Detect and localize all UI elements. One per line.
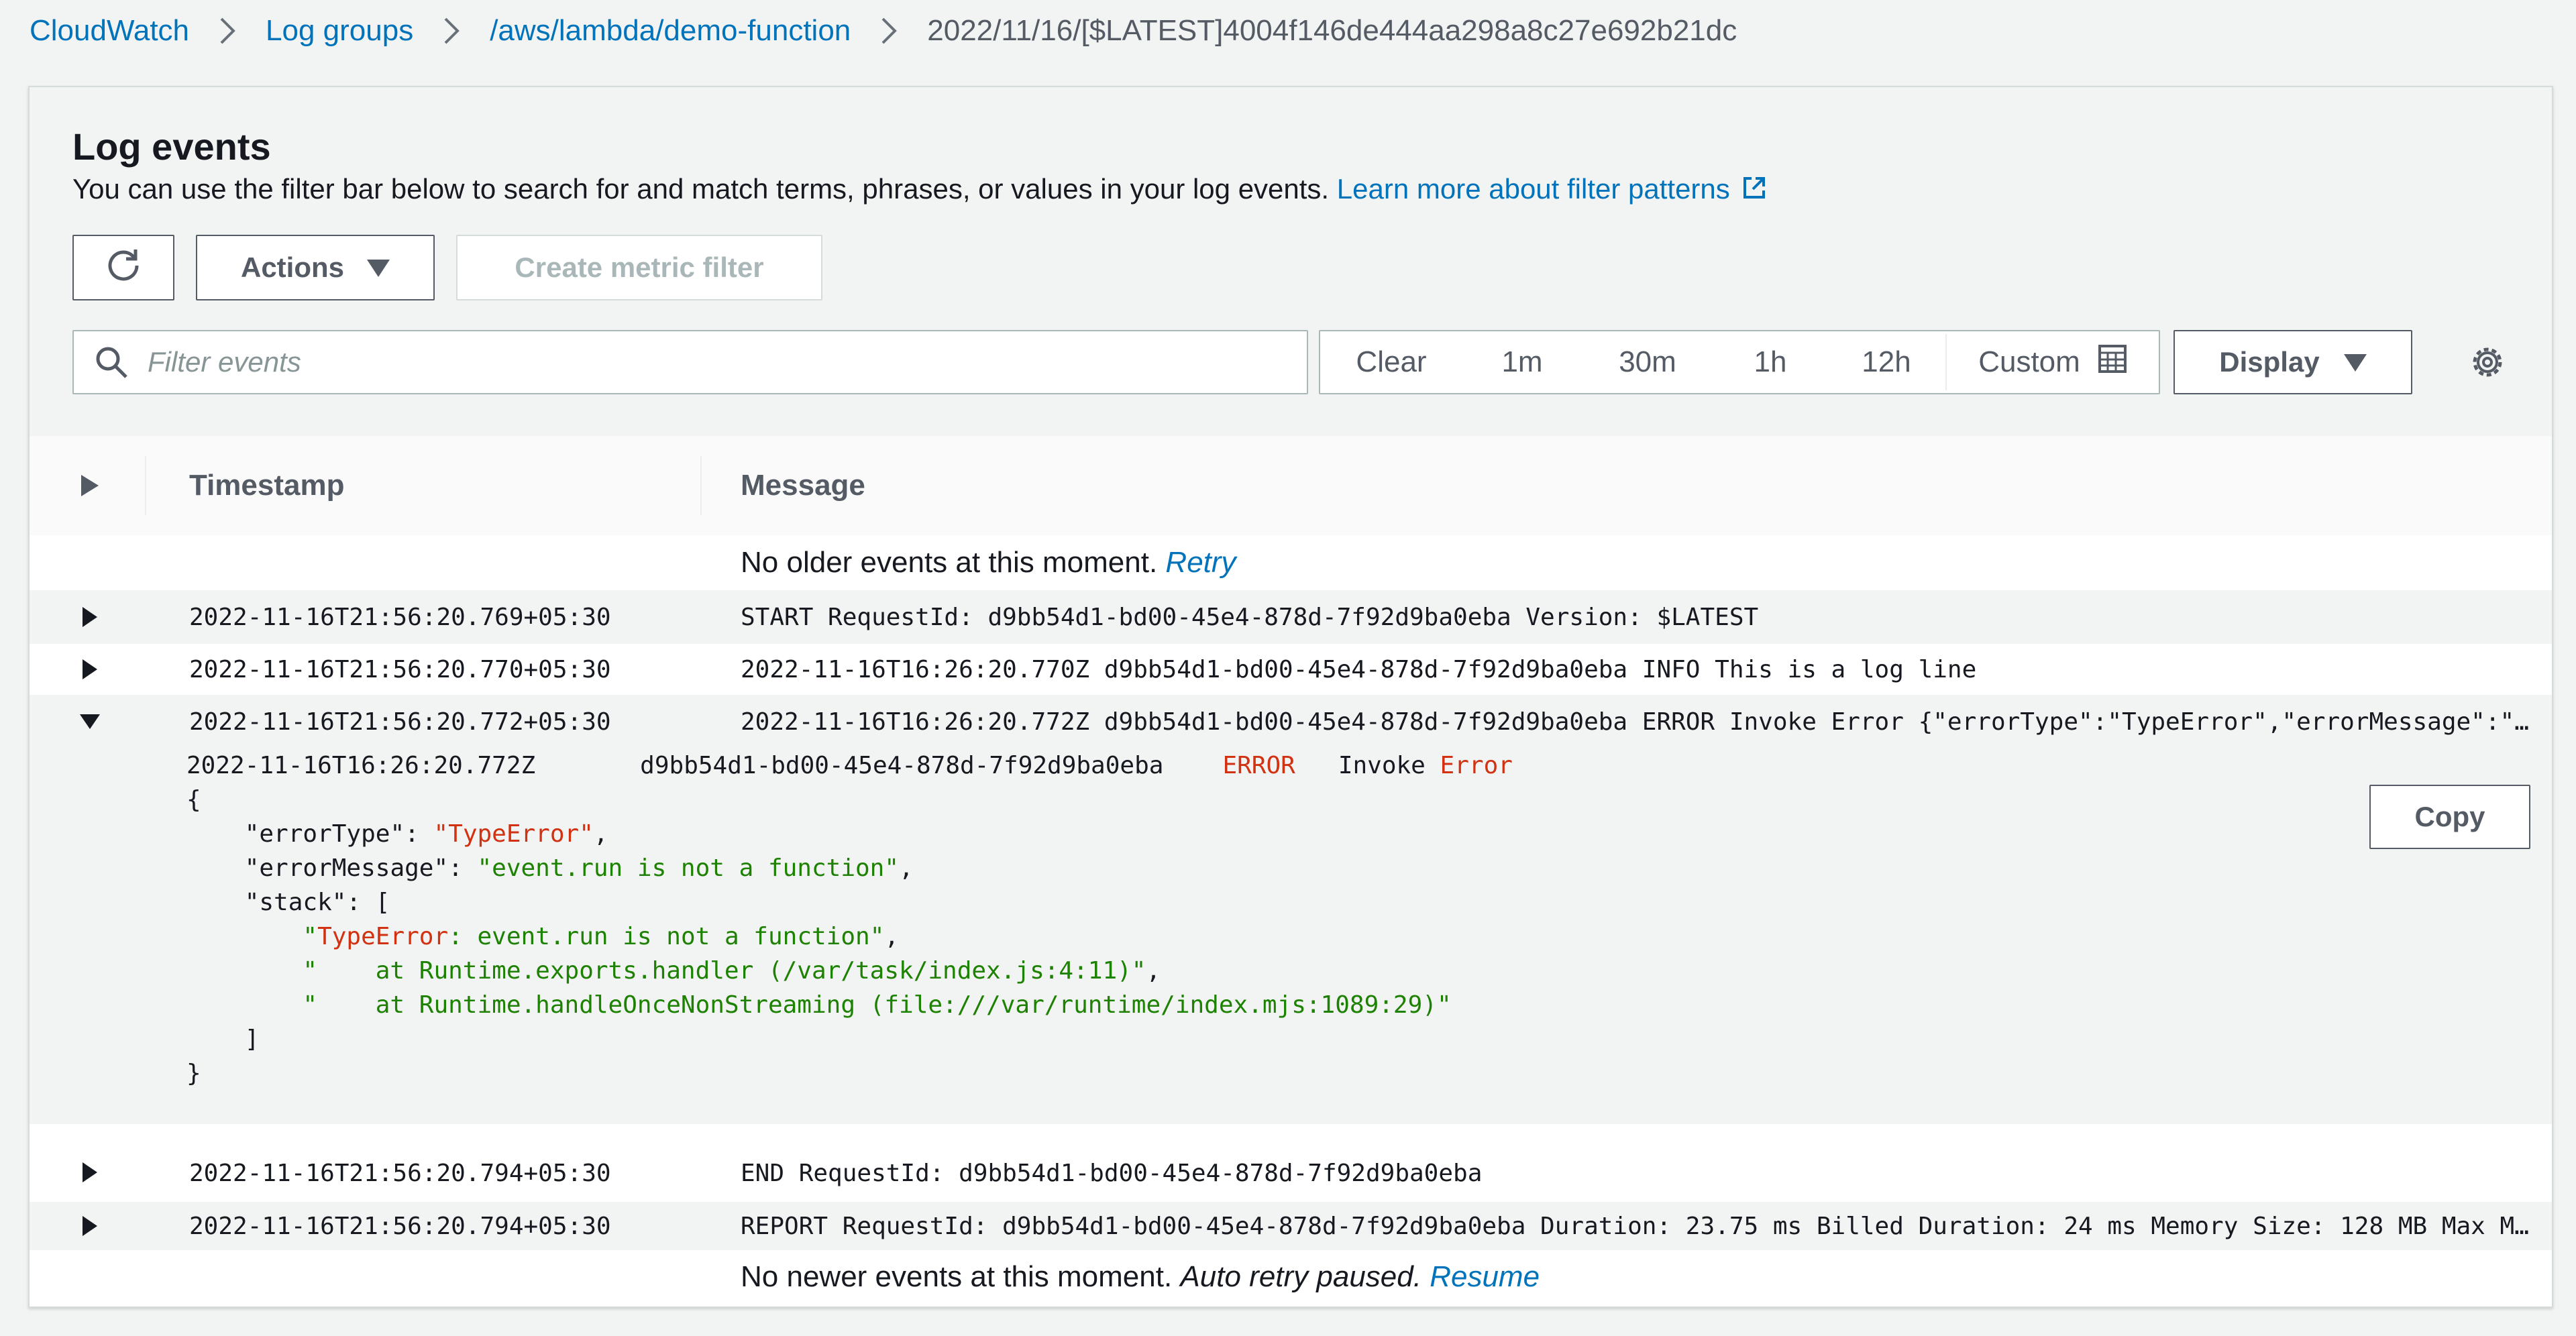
time-range-1h[interactable]: 1h xyxy=(1713,331,1827,393)
json-key-stack: "stack": [ xyxy=(244,889,390,916)
stack-line-1-quote: " xyxy=(303,923,318,950)
time-range-12h[interactable]: 12h xyxy=(1827,331,1945,393)
json-value-error-message: "event.run is not a function" xyxy=(477,854,900,882)
time-range-custom[interactable]: Custom xyxy=(1947,331,2159,393)
json-value-error-type: "TypeError" xyxy=(433,820,594,848)
expanded-log-detail: 2022-11-16T16:26:20.772Z d9bb54d1-bd00-45… xyxy=(30,748,2552,1124)
expand-row-icon[interactable] xyxy=(72,1155,107,1190)
chevron-right-icon xyxy=(443,16,460,46)
older-events-text: No older events at this moment. xyxy=(741,546,1158,579)
resume-link[interactable]: Resume xyxy=(1430,1260,1540,1294)
row-timestamp: 2022-11-16T21:56:20.794+05:30 xyxy=(189,1159,611,1187)
time-range-30m[interactable]: 30m xyxy=(1582,331,1713,393)
row-message-text: START RequestId: d9bb54d1-bd00-45e4-878d… xyxy=(741,603,1759,631)
table-row[interactable]: 2022-11-16T21:56:20.794+05:30 END Reques… xyxy=(30,1144,2552,1202)
panel-header: Log events You can use the filter bar be… xyxy=(30,87,2552,437)
row-timestamp: 2022-11-16T21:56:20.772+05:30 xyxy=(189,708,611,736)
actions-button[interactable]: Actions xyxy=(196,235,435,300)
create-metric-filter-button[interactable]: Create metric filter xyxy=(456,235,822,300)
row-message: REPORT RequestId: d9bb54d1-bd00-45e4-878… xyxy=(741,1202,2532,1250)
table-header: Timestamp Message xyxy=(30,436,2552,537)
time-range-selector: Clear 1m 30m 1h 12h Custom xyxy=(1319,330,2160,394)
breadcrumb-cloudwatch-link[interactable]: CloudWatch xyxy=(30,14,189,48)
description-text: You can use the filter bar below to sear… xyxy=(72,173,1330,205)
caret-down-icon xyxy=(2343,346,2367,378)
detail-header-time: 2022-11-16T16:26:20.772Z xyxy=(186,752,536,779)
table-row[interactable]: 2022-11-16T21:56:20.770+05:30 2022-11-16… xyxy=(30,644,2552,695)
detail-header-level: ERROR xyxy=(1222,752,1295,779)
message-column-header[interactable]: Message xyxy=(741,436,865,535)
log-events-panel: Log events You can use the filter bar be… xyxy=(28,86,2553,1308)
row-timestamp: 2022-11-16T21:56:20.794+05:30 xyxy=(189,1212,611,1240)
page-title: Log events xyxy=(72,125,271,168)
time-range-clear[interactable]: Clear xyxy=(1320,331,1462,393)
row-timestamp: 2022-11-16T21:56:20.769+05:30 xyxy=(189,603,611,631)
newer-events-notice: No newer events at this moment. Auto ret… xyxy=(741,1250,1540,1304)
log-detail-json: 2022-11-16T16:26:20.772Z d9bb54d1-bd00-45… xyxy=(186,752,1513,1087)
auto-retry-paused-text: Auto retry paused. xyxy=(1180,1260,1421,1293)
collapse-row-icon[interactable] xyxy=(72,704,107,739)
breadcrumb-current-stream: 2022/11/16/[$LATEST]4004f146de444aa298a8… xyxy=(927,14,1737,47)
learn-more-label: Learn more about filter patterns xyxy=(1336,173,1730,205)
breadcrumb: CloudWatch Log groups /aws/lambda/demo-f… xyxy=(30,9,1737,52)
expand-row-icon[interactable] xyxy=(72,600,107,634)
panel-description: You can use the filter bar below to sear… xyxy=(72,173,1768,208)
row-message-text: REPORT RequestId: d9bb54d1-bd00-45e4-878… xyxy=(741,1212,2532,1240)
json-open-brace: { xyxy=(186,786,201,814)
timestamp-column-header[interactable]: Timestamp xyxy=(189,436,345,535)
row-message: END RequestId: d9bb54d1-bd00-45e4-878d-7… xyxy=(741,1144,2532,1202)
settings-gear-icon[interactable] xyxy=(2465,339,2510,385)
json-close-brace: } xyxy=(186,1060,201,1087)
table-row[interactable]: 2022-11-16T21:56:20.794+05:30 REPORT Req… xyxy=(30,1202,2552,1250)
row-message-text: END RequestId: d9bb54d1-bd00-45e4-878d-7… xyxy=(741,1159,1483,1187)
stack-line-2: " at Runtime.exports.handler (/var/task/… xyxy=(303,957,1146,985)
detail-header-request: d9bb54d1-bd00-45e4-878d-7f92d9ba0eba xyxy=(640,752,1164,779)
refresh-button[interactable] xyxy=(72,235,174,300)
column-divider xyxy=(700,456,702,515)
calendar-icon xyxy=(2098,344,2127,381)
json-key-error-message: "errorMessage": xyxy=(244,854,478,882)
newer-events-notice-row: No newer events at this moment. Auto ret… xyxy=(30,1250,2552,1304)
row-message-text: 2022-11-16T16:26:20.770Z d9bb54d1-bd00-4… xyxy=(741,655,1977,683)
older-events-notice: No older events at this moment. Retry xyxy=(741,535,1236,590)
copy-button[interactable]: Copy xyxy=(2369,785,2530,849)
newer-events-text: No newer events at this moment. xyxy=(741,1260,1173,1293)
older-events-notice-row: No older events at this moment. Retry xyxy=(30,535,2552,590)
table-row[interactable]: 2022-11-16T21:56:20.769+05:30 START Requ… xyxy=(30,590,2552,644)
stack-line-3: " at Runtime.handleOnceNonStreaming (fil… xyxy=(303,991,1452,1019)
table-row-expanded[interactable]: 2022-11-16T21:56:20.772+05:30 2022-11-16… xyxy=(30,695,2552,748)
breadcrumb-log-group-link[interactable]: /aws/lambda/demo-function xyxy=(490,14,851,48)
json-close-bracket: ] xyxy=(244,1025,260,1053)
row-message: 2022-11-16T16:26:20.770Z d9bb54d1-bd00-4… xyxy=(741,644,2532,695)
filter-events-field xyxy=(72,330,1308,394)
actions-label: Actions xyxy=(240,252,344,283)
detail-header-invoke: Invoke xyxy=(1338,752,1426,779)
refresh-icon xyxy=(105,245,142,290)
json-key-error-type: "errorType": xyxy=(244,820,434,848)
column-divider xyxy=(145,456,146,515)
stack-line-1-rest: : event.run is not a function" xyxy=(448,923,885,950)
expand-all-icon[interactable] xyxy=(72,468,107,503)
row-message-text: 2022-11-16T16:26:20.772Z d9bb54d1-bd00-4… xyxy=(741,708,2532,736)
detail-header-error: Error xyxy=(1440,752,1513,779)
chevron-right-icon xyxy=(219,16,236,46)
breadcrumb-log-groups-link[interactable]: Log groups xyxy=(266,14,413,48)
row-message: START RequestId: d9bb54d1-bd00-45e4-878d… xyxy=(741,590,2532,644)
chevron-right-icon xyxy=(880,16,898,46)
stack-line-1-type: TypeError xyxy=(317,923,449,950)
retry-link[interactable]: Retry xyxy=(1165,546,1236,579)
expand-row-icon[interactable] xyxy=(72,652,107,687)
display-label: Display xyxy=(2219,346,2320,378)
row-timestamp: 2022-11-16T21:56:20.770+05:30 xyxy=(189,655,611,683)
external-link-icon xyxy=(1741,174,1768,208)
time-range-1m[interactable]: 1m xyxy=(1462,331,1582,393)
expand-row-icon[interactable] xyxy=(72,1209,107,1243)
display-button[interactable]: Display xyxy=(2174,330,2412,394)
caret-down-icon xyxy=(367,252,390,284)
row-message: 2022-11-16T16:26:20.772Z d9bb54d1-bd00-4… xyxy=(741,695,2532,748)
learn-more-link[interactable]: Learn more about filter patterns xyxy=(1337,173,1768,205)
search-icon xyxy=(94,345,129,380)
filter-events-input[interactable] xyxy=(146,345,1222,379)
time-range-custom-label: Custom xyxy=(1978,345,2080,378)
